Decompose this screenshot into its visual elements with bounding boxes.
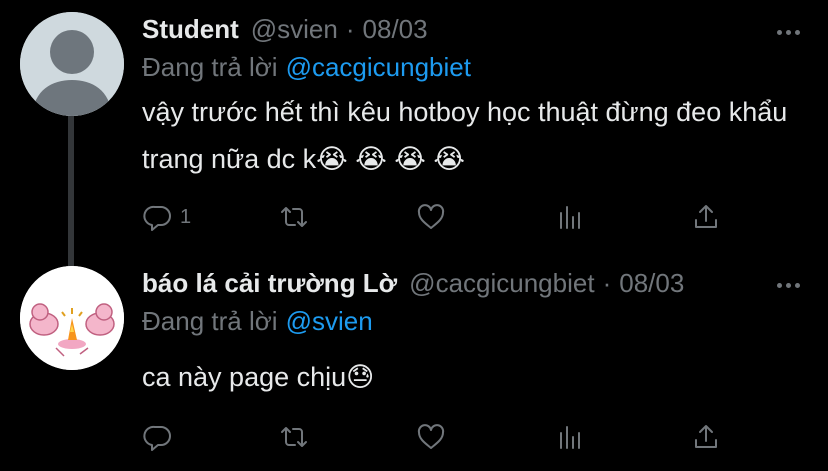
replying-to-label: Đang trả lời — [142, 306, 278, 336]
retweet-icon — [281, 427, 307, 447]
mention-link[interactable]: @cacgicungbiet — [286, 52, 471, 82]
like-icon — [417, 204, 445, 229]
replying-to: Đang trả lời @cacgicungbiet — [142, 52, 471, 83]
tweet-date[interactable]: 08/03 — [363, 14, 428, 45]
reply-icon — [143, 425, 171, 451]
tweet-header: Student @svien · 08/03 — [142, 14, 428, 45]
author-name[interactable]: báo lá cải trường Lờ — [142, 268, 397, 299]
like-button[interactable] — [415, 420, 447, 454]
more-options-icon[interactable] — [777, 283, 800, 288]
tweet[interactable]: Student @svien · 08/03 Đang trả lời @cacg… — [0, 0, 828, 266]
share-icon — [695, 205, 717, 228]
share-icon — [695, 425, 717, 448]
analytics-icon — [560, 426, 580, 449]
tweet[interactable]: báo lá cải trường Lờ @cacgicungbiet · 08… — [0, 248, 828, 471]
tweet-text: ca này page chịu😓 — [142, 362, 375, 392]
reply-count: 1 — [180, 205, 192, 228]
share-button[interactable] — [690, 200, 722, 234]
thread-line — [68, 116, 74, 266]
tweet-actions: 1 — [142, 200, 732, 234]
author-handle[interactable]: @cacgicungbiet — [409, 268, 594, 299]
tweet-header: báo lá cải trường Lờ @cacgicungbiet · 08… — [142, 268, 684, 299]
tweet-actions — [142, 420, 732, 454]
reply-button[interactable]: 1 — [142, 200, 191, 234]
replying-to: Đang trả lời @svien — [142, 306, 373, 337]
separator-dot: · — [345, 14, 355, 44]
reply-button[interactable] — [142, 420, 180, 454]
analytics-button[interactable] — [555, 200, 587, 234]
author-handle[interactable]: @svien — [251, 14, 338, 45]
tweet-date[interactable]: 08/03 — [619, 268, 684, 299]
separator-dot: · — [602, 268, 612, 298]
more-options-icon[interactable] — [777, 30, 800, 35]
retweet-button[interactable] — [278, 420, 310, 454]
reply-icon — [143, 205, 171, 231]
default-avatar-icon[interactable] — [20, 12, 124, 116]
like-icon — [417, 424, 445, 449]
cartoon-avatar-icon[interactable] — [20, 266, 124, 370]
retweet-button[interactable] — [278, 200, 310, 234]
share-button[interactable] — [690, 420, 722, 454]
analytics-icon — [560, 206, 580, 229]
mention-link[interactable]: @svien — [286, 306, 373, 336]
replying-to-label: Đang trả lời — [142, 52, 278, 82]
analytics-button[interactable] — [555, 420, 587, 454]
tweet-text: vậy trước hết thì kêu hotboy học thuật đ… — [142, 97, 788, 174]
retweet-icon — [281, 207, 307, 227]
like-button[interactable] — [415, 200, 447, 234]
author-name[interactable]: Student — [142, 14, 239, 45]
